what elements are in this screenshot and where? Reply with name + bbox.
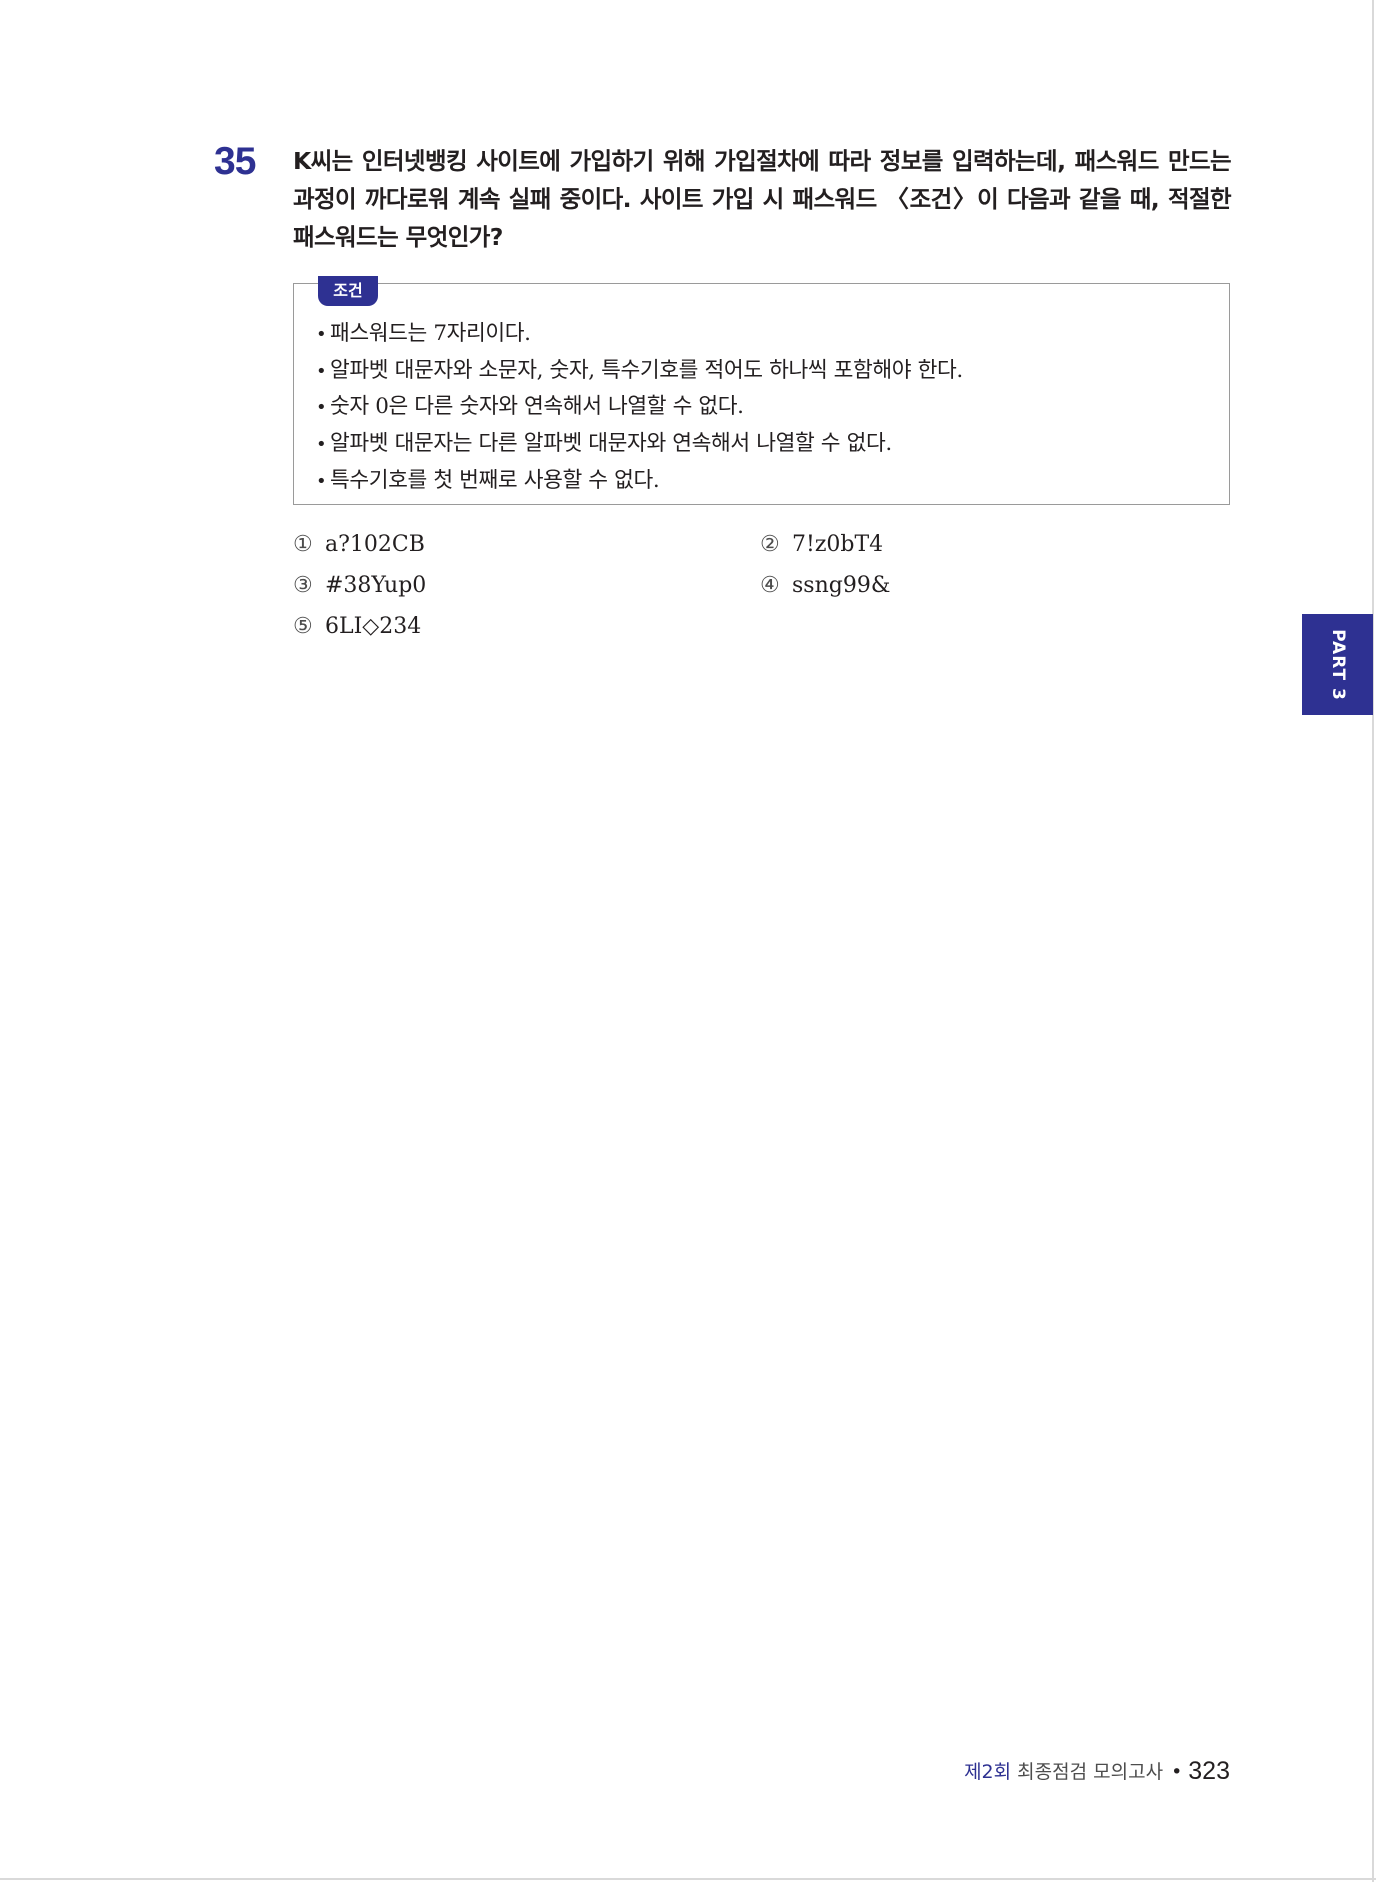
answer-option-2[interactable]: ② 7!z0bT4 xyxy=(760,528,883,562)
footer-title: 최종점검 모의고사 xyxy=(1017,1761,1164,1783)
page-footer: 제2회 최종점검 모의고사 • 323 xyxy=(964,1755,1230,1788)
page-edge-bottom xyxy=(0,1878,1376,1880)
option-marker: ② xyxy=(760,532,780,557)
condition-text: 숫자 0은 다른 숫자와 연속해서 나열할 수 없다. xyxy=(330,394,744,420)
option-text: #38Yup0 xyxy=(325,573,427,598)
option-marker: ④ xyxy=(760,573,780,598)
answer-option-3[interactable]: ③ #38Yup0 xyxy=(293,569,426,603)
condition-item: • 특수기호를 첫 번째로 사용할 수 없다. xyxy=(316,463,1206,500)
option-text: a?102CB xyxy=(325,532,425,557)
footer-bullet: • xyxy=(1171,1761,1183,1783)
bullet-icon: • xyxy=(316,434,327,456)
option-text: ssng99& xyxy=(792,573,891,598)
bullet-icon: • xyxy=(316,360,327,382)
question-text: K씨는 인터넷뱅킹 사이트에 가입하기 위해 가입절차에 따라 정보를 입력하는… xyxy=(293,147,1232,251)
bullet-icon: • xyxy=(316,470,327,492)
question-number: 35 xyxy=(214,140,256,183)
condition-text: 알파벳 대문자는 다른 알파벳 대문자와 연속해서 나열할 수 없다. xyxy=(330,431,892,457)
bullet-icon: • xyxy=(316,397,327,419)
answer-option-5[interactable]: ⑤ 6LI◇234 xyxy=(293,610,421,644)
condition-item: • 알파벳 대문자는 다른 알파벳 대문자와 연속해서 나열할 수 없다. xyxy=(316,426,1206,463)
option-text: 7!z0bT4 xyxy=(792,532,884,557)
condition-item: • 알파벳 대문자와 소문자, 숫자, 특수기호를 적어도 하나씩 포함해야 한다… xyxy=(316,353,1206,390)
conditions-label: 조건 xyxy=(318,276,378,306)
condition-item: • 숫자 0은 다른 숫자와 연속해서 나열할 수 없다. xyxy=(316,389,1206,426)
answer-option-1[interactable]: ① a?102CB xyxy=(293,528,425,562)
footer-round: 제2회 xyxy=(964,1761,1012,1783)
option-marker: ③ xyxy=(293,573,313,598)
answer-option-4[interactable]: ④ ssng99& xyxy=(760,569,890,603)
bullet-icon: • xyxy=(316,324,327,345)
condition-text: 특수기호를 첫 번째로 사용할 수 없다. xyxy=(330,467,660,493)
conditions-box: 조건 • 패스워드는 7자리이다. • 알파벳 대문자와 소문자, 숫자, 특수기호… xyxy=(293,276,1230,505)
condition-text: 알파벳 대문자와 소문자, 숫자, 특수기호를 적어도 하나씩 포함해야 한다. xyxy=(330,357,963,383)
page-edge-right xyxy=(1372,0,1374,1882)
option-text: 6LI◇234 xyxy=(325,614,422,639)
condition-item: • 패스워드는 7자리이다. xyxy=(316,316,1206,353)
part-tab-label: PART 3 xyxy=(1327,628,1348,701)
option-marker: ① xyxy=(293,532,313,557)
part-tab[interactable]: PART 3 xyxy=(1302,614,1373,715)
option-marker: ⑤ xyxy=(293,614,313,639)
conditions-list: • 패스워드는 7자리이다. • 알파벳 대문자와 소문자, 숫자, 특수기호를 적… xyxy=(316,316,1206,500)
condition-text: 패스워드는 7자리이다. xyxy=(330,321,531,346)
page-number: 323 xyxy=(1188,1757,1230,1785)
